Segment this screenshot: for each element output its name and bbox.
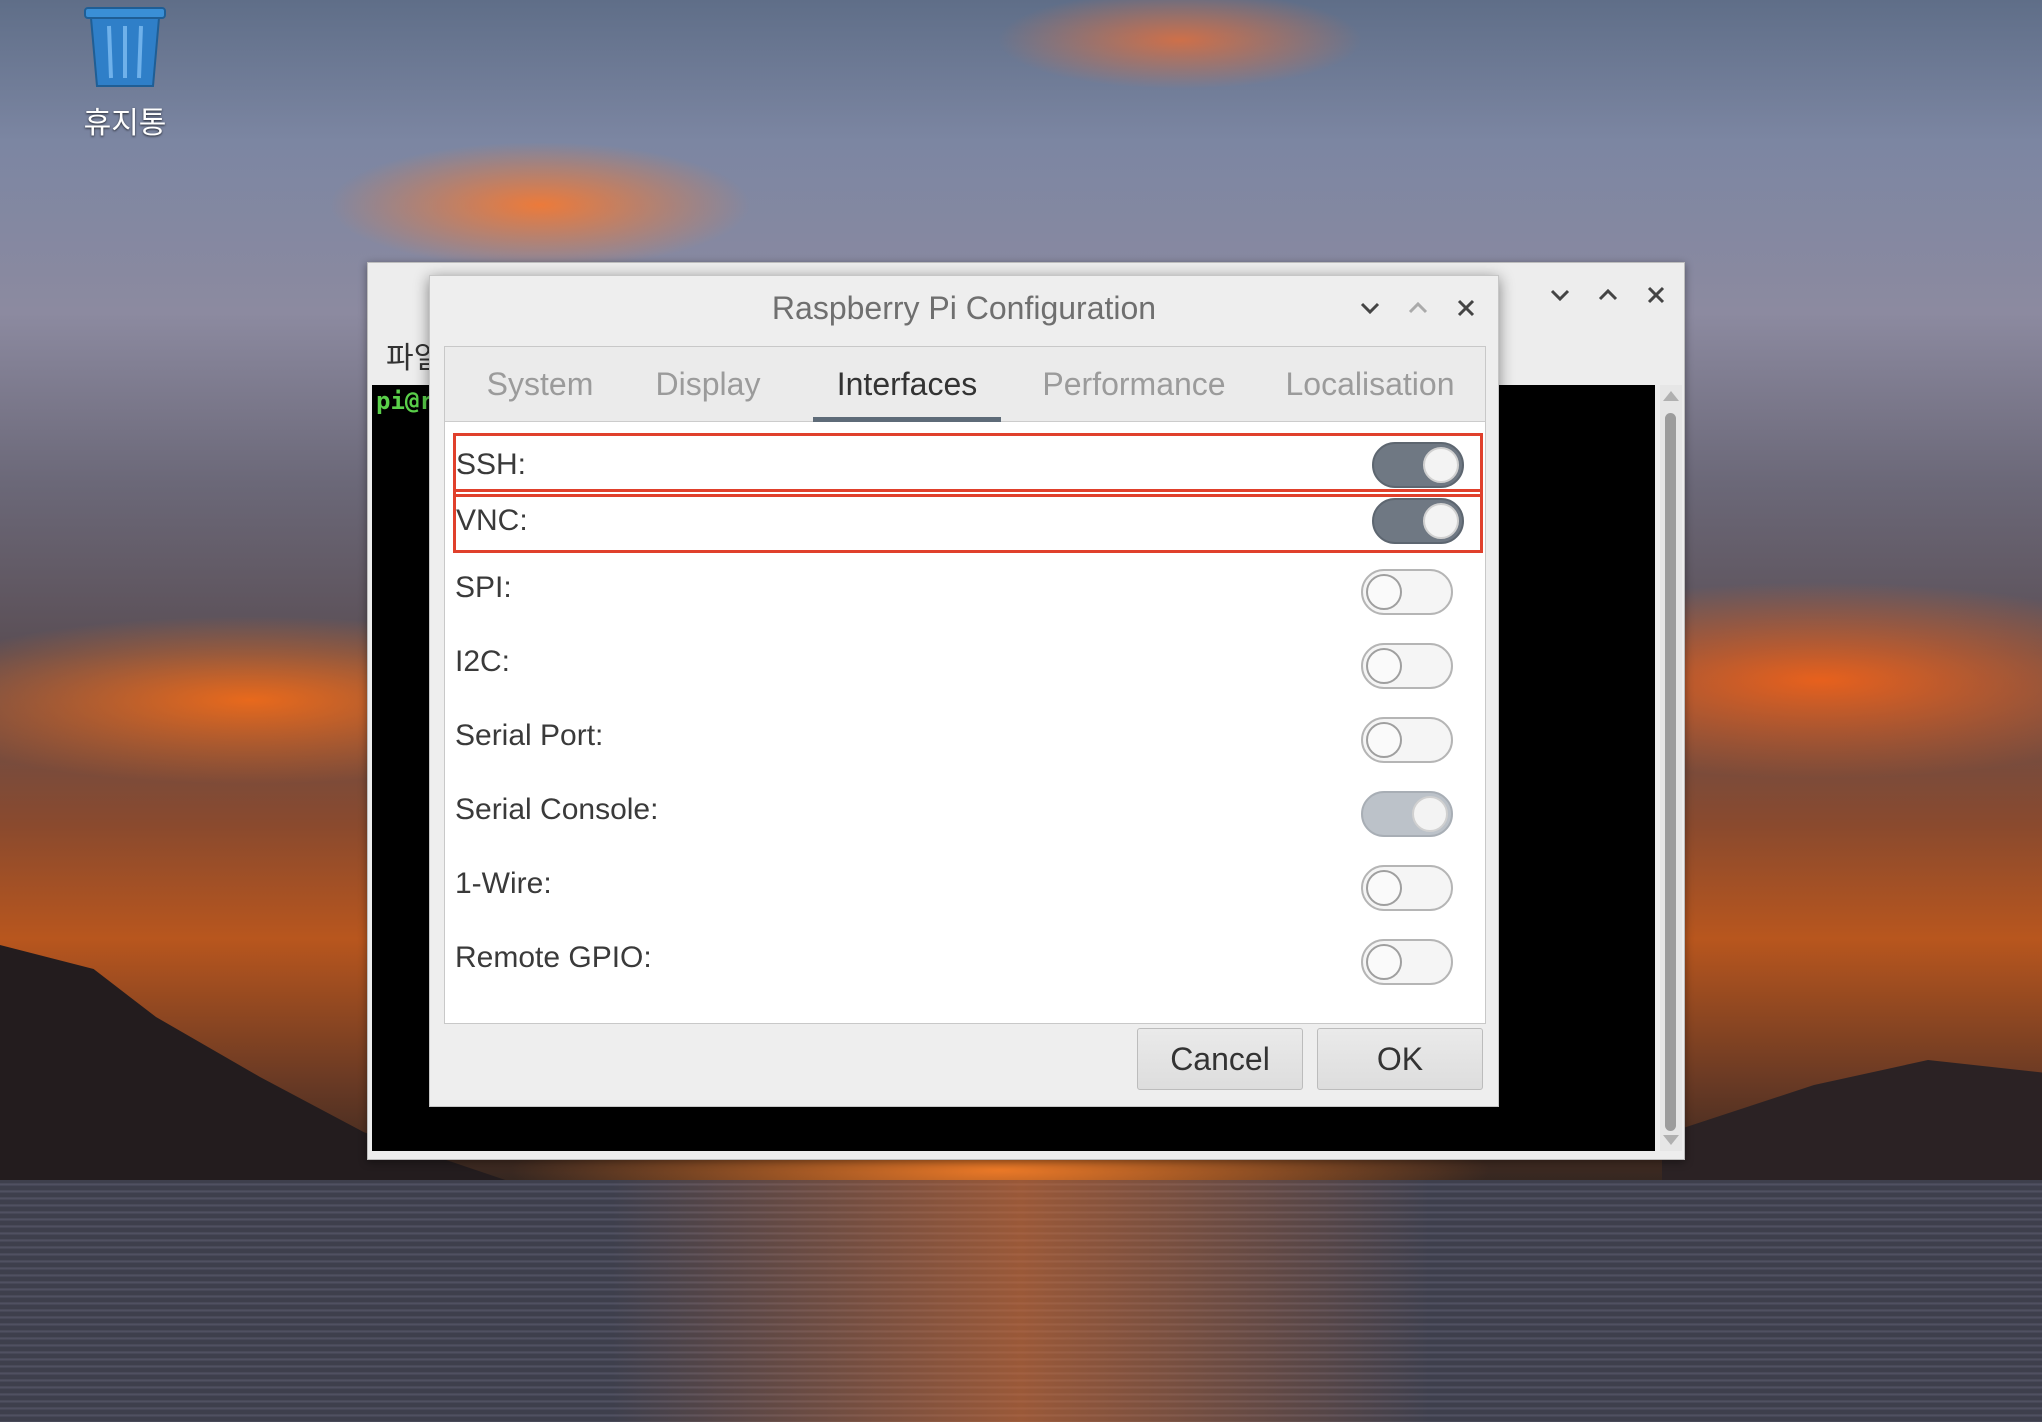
interface-row-spi: SPI:	[445, 553, 1485, 627]
chevron-down-icon	[1360, 302, 1380, 315]
switch-knob	[1366, 722, 1402, 758]
close-icon	[1457, 299, 1475, 317]
serial-port-toggle[interactable]	[1361, 717, 1453, 763]
interface-row-1-wire: 1-Wire:	[445, 849, 1485, 923]
interface-label-i2c: I2C:	[455, 645, 511, 678]
remote-gpio-toggle[interactable]	[1361, 939, 1453, 985]
scroll-down-icon[interactable]	[1663, 1135, 1679, 1145]
terminal-prompt: pi@r	[376, 387, 434, 415]
desktop-icon-trash[interactable]: 휴지통	[60, 6, 190, 142]
interface-label-1-wire: 1-Wire:	[455, 867, 552, 900]
ssh-toggle[interactable]	[1372, 442, 1464, 488]
interface-row-serial-console: Serial Console:	[445, 775, 1485, 849]
dialog-title: Raspberry Pi Configuration	[771, 290, 1157, 326]
interface-label-remote-gpio: Remote GPIO:	[455, 941, 652, 974]
interface-row-remote-gpio: Remote GPIO:	[445, 923, 1485, 997]
switch-knob	[1366, 944, 1402, 980]
tab-interfaces[interactable]: Interfaces	[813, 347, 1001, 422]
dialog-close-button[interactable]	[1452, 294, 1480, 322]
tab-localisation[interactable]: Localisation	[1265, 347, 1475, 421]
interface-label-serial-console: Serial Console:	[455, 793, 659, 826]
terminal-minimize-button[interactable]	[1546, 281, 1574, 309]
switch-knob	[1423, 503, 1459, 539]
close-icon	[1647, 286, 1665, 304]
dialog-minimize-button[interactable]	[1356, 294, 1384, 322]
interface-label-ssh: SSH:	[456, 448, 527, 481]
interface-row-i2c: I2C:	[445, 627, 1485, 701]
chevron-up-icon	[1598, 288, 1618, 301]
switch-knob	[1423, 447, 1459, 483]
switch-knob	[1366, 574, 1402, 610]
trash-label: 휴지통	[83, 106, 167, 141]
one-wire-toggle[interactable]	[1361, 865, 1453, 911]
spi-toggle[interactable]	[1361, 569, 1453, 615]
scroll-up-icon[interactable]	[1663, 391, 1679, 401]
tab-bar: System Display Interfaces Performance Lo…	[445, 347, 1485, 422]
scrollbar-thumb[interactable]	[1665, 413, 1676, 1131]
dialog-window-controls	[1356, 294, 1480, 322]
notebook: System Display Interfaces Performance Lo…	[444, 346, 1486, 1024]
chevron-up-icon	[1408, 301, 1428, 314]
dialog-maximize-button[interactable]	[1404, 294, 1432, 322]
interface-label-serial-port: Serial Port:	[455, 719, 604, 752]
vnc-toggle[interactable]	[1372, 498, 1464, 544]
switch-knob	[1412, 796, 1448, 832]
interface-row-ssh: SSH:	[453, 433, 1483, 497]
switch-knob	[1366, 870, 1402, 906]
raspberry-pi-configuration-dialog: Raspberry Pi Configuration System Displa…	[429, 275, 1499, 1107]
tab-display[interactable]: Display	[633, 347, 783, 421]
dialog-titlebar[interactable]: Raspberry Pi Configuration	[430, 276, 1498, 340]
i2c-toggle[interactable]	[1361, 643, 1453, 689]
interface-row-serial-port: Serial Port:	[445, 701, 1485, 775]
interface-label-spi: SPI:	[455, 571, 512, 604]
ok-button[interactable]: OK	[1317, 1028, 1483, 1090]
terminal-window-controls	[1546, 281, 1670, 309]
interface-row-vnc: VNC:	[453, 489, 1483, 553]
serial-console-toggle[interactable]	[1361, 791, 1453, 837]
tab-performance[interactable]: Performance	[1029, 347, 1239, 421]
chevron-down-icon	[1550, 289, 1570, 302]
trash-icon	[83, 6, 167, 88]
terminal-close-button[interactable]	[1642, 281, 1670, 309]
terminal-maximize-button[interactable]	[1594, 281, 1622, 309]
interface-label-vnc: VNC:	[456, 504, 528, 537]
cancel-button[interactable]: Cancel	[1137, 1028, 1303, 1090]
switch-knob	[1366, 648, 1402, 684]
tab-system[interactable]: System	[465, 347, 615, 421]
terminal-scrollbar[interactable]	[1660, 385, 1682, 1151]
wallpaper-sea	[0, 1180, 2042, 1422]
